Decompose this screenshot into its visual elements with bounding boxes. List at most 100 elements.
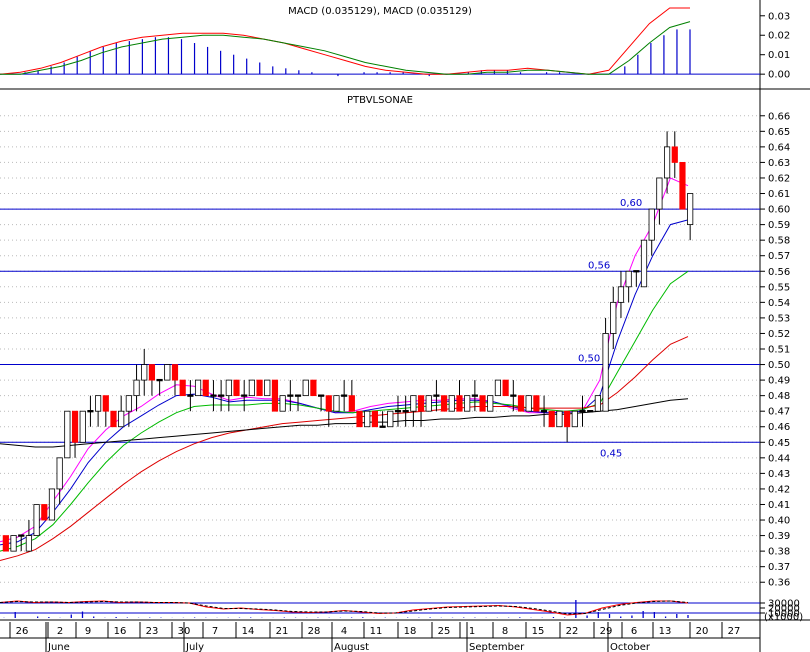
chart-canvas: MACD (0.035129), MACD (0.035129) 0.000.0… [0,0,810,652]
y-tick-label: 0.40 [768,516,790,527]
y-tick-label: 0.38 [768,547,790,558]
candle [302,379,309,397]
price-grid [0,115,760,583]
candle-body [371,410,379,428]
candle [533,395,540,412]
x-tick-label: 2 [57,626,63,637]
y-tick-label: 0.02 [768,31,790,42]
candle-body [164,364,171,381]
candle-body [602,333,609,412]
candle-body [487,395,494,412]
x-tick-label: 20 [696,626,709,637]
x-tick-label: 13 [659,626,672,637]
candle [325,395,332,427]
macd-histogram [24,29,691,77]
candle-body [133,379,140,397]
candle-body [656,177,663,210]
price-candles [2,131,694,552]
candle [110,410,117,428]
candle-body [87,410,94,413]
candle-body [633,270,640,273]
candle [364,410,371,428]
price-moving-averages [0,177,689,561]
candle [587,410,594,413]
candle [2,535,9,552]
x-tick-label: 26 [16,626,29,637]
x-tick-label: 15 [532,626,545,637]
candle-body [610,301,617,334]
moving-average-line [0,336,689,561]
candle-body [302,379,309,397]
y-tick-label: 0.41 [768,500,790,511]
candle-body [341,394,348,397]
candle-body [225,379,232,397]
candle-body [248,379,255,397]
x-tick-label: 25 [438,626,451,637]
candle-body [517,395,525,412]
candle [341,380,348,412]
candle-body [102,395,109,412]
candle [218,380,225,412]
x-month-label: September [469,642,525,652]
candle [556,410,563,428]
y-tick-label: 0.55 [768,282,790,293]
x-tick-label: 27 [728,626,741,637]
candle [248,379,255,397]
candle-body [110,410,117,428]
y-tick-label: 0.42 [768,484,790,495]
candle-body [64,410,71,459]
y-tick-label: 0.43 [768,469,790,480]
price-title: PTBVLSONAE [347,95,413,106]
candle-body [187,394,194,397]
candle-body [663,146,671,179]
candle [356,410,363,428]
x-tick-label: 4 [341,626,347,637]
y-tick-label: 0.36 [768,578,790,589]
candle-body [356,410,363,428]
y-tick-label: 0.00 [768,70,790,81]
candle-body [264,379,271,397]
candle [617,271,625,318]
candle [525,395,532,412]
candle [225,379,232,412]
candle [179,379,186,397]
y-tick-label: 0.03 [768,11,790,22]
candle [425,395,432,412]
candle-body [594,395,601,412]
x-tick-label: 28 [308,626,321,637]
candle-body [640,239,648,288]
candle [56,457,63,505]
candle-body [625,270,632,288]
candle-body [687,193,694,226]
candle-body [348,395,355,412]
candle [487,395,494,412]
y-tick-label: 0.50 [768,360,790,371]
y-tick-label: 0.66 [768,111,790,122]
x-axis: 26 2 9 16 23 30 7 14 21 28 4 11 18 25 1 8 15 22 29 6 13 20 27J… [9,622,741,652]
candle [133,364,140,412]
candle [417,395,425,427]
candle-body [156,378,163,382]
y-tick-label: 0.37 [768,562,790,573]
candle-body [387,410,394,428]
candle [264,379,271,397]
x-tick-label: 16 [114,626,127,637]
candle-body [587,410,594,413]
candle-body [287,394,294,397]
candle-body [548,410,555,428]
x-tick-label: 7 [212,626,218,637]
candle-body [533,395,540,412]
candle [448,395,455,412]
candle-body [241,394,248,397]
y-tick-label: 0.65 [768,127,790,138]
candle [633,270,640,287]
volume-grid [0,602,760,614]
candle [564,410,571,443]
candle-body [79,410,86,443]
candle-body [471,394,478,397]
x-tick-label: 21 [276,626,289,637]
candle-body [18,534,25,537]
candle [279,395,286,412]
candle [625,270,632,303]
candle-body [448,395,455,412]
